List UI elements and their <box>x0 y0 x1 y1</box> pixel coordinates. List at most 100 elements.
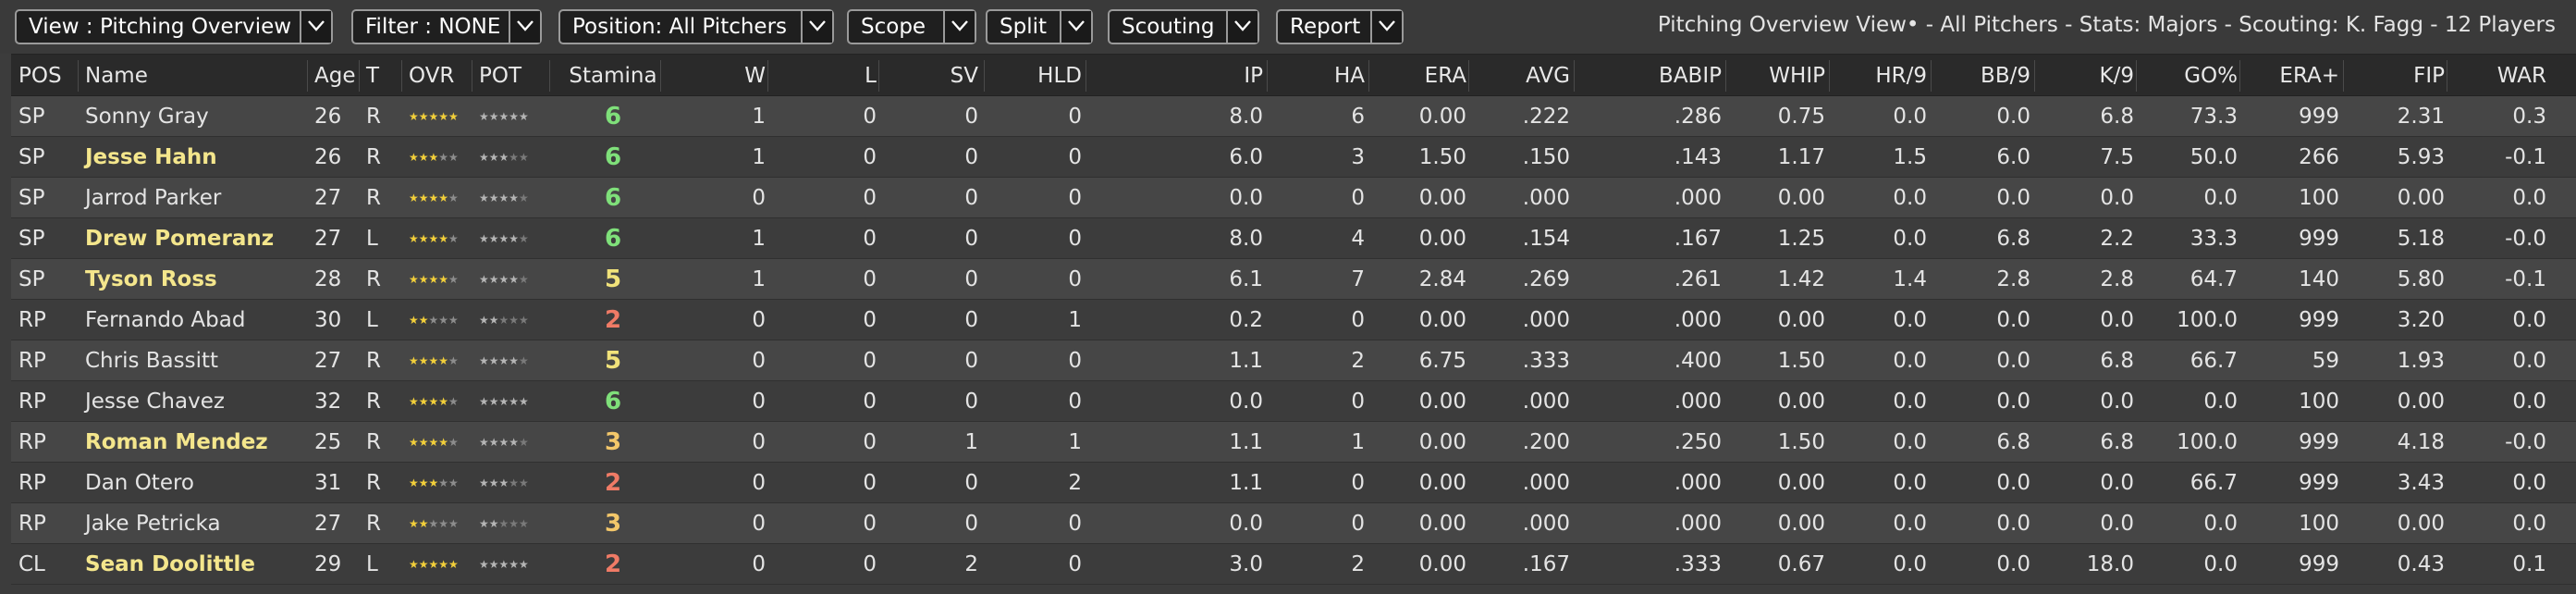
cell-fip: 0.00 <box>2397 186 2445 210</box>
table-row[interactable]: RP Chris Bassitt 27 R ★★★★★ ★★★★★ 5 0 0 0 0 1.1 2 6.7… <box>11 340 2576 381</box>
header-divider[interactable] <box>2239 60 2240 92</box>
scouting-dropdown[interactable]: Scouting <box>1108 9 1259 44</box>
header-era[interactable]: ERA <box>1376 55 1466 97</box>
header-divider[interactable] <box>1368 60 1369 92</box>
player-name-link[interactable]: Fernando Abad <box>85 300 307 340</box>
player-name-link[interactable]: Sonny Gray <box>85 96 307 137</box>
header-divider[interactable] <box>1267 60 1268 92</box>
cell-war: 0.1 <box>2512 552 2546 576</box>
cell-fip: 4.18 <box>2397 430 2445 454</box>
header-bb9[interactable]: BB/9 <box>1938 55 2030 97</box>
cell-l: 0 <box>863 186 877 210</box>
player-name-link[interactable]: Dan Otero <box>85 463 307 503</box>
table-row[interactable]: SP Tyson Ross 28 R ★★★★★ ★★★★★ 5 1 0 0 0 6.1 7 2.84 .2… <box>11 259 2576 300</box>
cell-go: 100.0 <box>2177 308 2238 332</box>
player-name-link[interactable]: Tyson Ross <box>85 259 307 300</box>
cell-ha: 0 <box>1351 186 1365 210</box>
header-divider[interactable] <box>1931 60 1932 92</box>
header-pos[interactable]: POS <box>18 55 74 97</box>
header-divider[interactable] <box>307 60 308 92</box>
header-w[interactable]: W <box>668 55 766 97</box>
player-name-link[interactable]: Sean Doolittle <box>85 544 307 585</box>
header-divider[interactable] <box>78 60 79 92</box>
cell-bb9: 0.0 <box>1996 552 2030 576</box>
cell-bb9: 0.0 <box>1996 512 2030 536</box>
header-pot[interactable]: POT <box>479 55 553 97</box>
header-stamina[interactable]: Stamina <box>557 55 669 97</box>
cell-avg: .000 <box>1522 186 1570 210</box>
player-name-link[interactable]: Jesse Chavez <box>85 381 307 422</box>
cell-t: R <box>366 512 381 536</box>
cell-whip: 0.00 <box>1777 308 1825 332</box>
cell-eraplus: 100 <box>2299 512 2339 536</box>
header-sv[interactable]: SV <box>886 55 978 97</box>
table-row[interactable]: SP Drew Pomeranz 27 L ★★★★★ ★★★★★ 6 1 0 0 0 8.0 4 0.0… <box>11 218 2576 259</box>
header-war[interactable]: WAR <box>2454 55 2546 97</box>
player-name-link[interactable]: Drew Pomeranz <box>85 218 307 259</box>
header-divider[interactable] <box>767 60 768 92</box>
position-dropdown[interactable]: Position: All Pitchers <box>558 9 834 44</box>
header-divider[interactable] <box>660 60 661 92</box>
cell-w: 0 <box>752 308 766 332</box>
header-divider[interactable] <box>878 60 879 92</box>
header-divider[interactable] <box>1725 60 1726 92</box>
header-divider[interactable] <box>2343 60 2344 92</box>
header-divider[interactable] <box>1829 60 1830 92</box>
table-row[interactable]: RP Jesse Chavez 32 R ★★★★★ ★★★★★ 6 0 0 0 0 0.0 0 0.00… <box>11 381 2576 422</box>
cell-avg: .154 <box>1522 227 1570 251</box>
header-l[interactable]: L <box>775 55 877 97</box>
header-avg[interactable]: AVG <box>1476 55 1570 97</box>
cell-k9: 0.0 <box>2100 471 2134 495</box>
split-dropdown[interactable]: Split <box>986 9 1093 44</box>
header-k9[interactable]: K/9 <box>2042 55 2134 97</box>
header-divider[interactable] <box>1574 60 1575 92</box>
cell-war: 0.0 <box>2512 349 2546 373</box>
header-t[interactable]: T <box>366 55 392 97</box>
header-hld[interactable]: HLD <box>991 55 1082 97</box>
table-row[interactable]: RP Fernando Abad 30 L ★★★★★ ★★★★★ 2 0 0 0 1 0.2 0 0.0… <box>11 300 2576 340</box>
header-eraplus[interactable]: ERA+ <box>2247 55 2339 97</box>
header-divider[interactable] <box>401 60 402 92</box>
header-divider[interactable] <box>359 60 360 92</box>
header-ha[interactable]: HA <box>1274 55 1365 97</box>
header-ovr[interactable]: OVR <box>409 55 472 97</box>
header-go[interactable]: GO% <box>2143 55 2238 97</box>
header-ip[interactable]: IP <box>1093 55 1263 97</box>
cell-sv: 0 <box>964 390 978 414</box>
table-row[interactable]: CL Sean Doolittle 29 L ★★★★★ ★★★★★ 2 0 0 2 0 3.0 2 0.… <box>11 544 2576 585</box>
player-name-link[interactable]: Jarrod Parker <box>85 178 307 218</box>
stamina-value: 3 <box>604 510 622 538</box>
header-hr9[interactable]: HR/9 <box>1836 55 1927 97</box>
header-babip[interactable]: BABIP <box>1581 55 1722 97</box>
header-divider[interactable] <box>984 60 985 92</box>
header-divider[interactable] <box>2034 60 2035 92</box>
report-dropdown[interactable]: Report <box>1276 9 1404 44</box>
table-row[interactable]: SP Jesse Hahn 26 R ★★★★★ ★★★★★ 6 1 0 0 0 6.0 3 1.50 .1… <box>11 137 2576 178</box>
header-divider[interactable] <box>2136 60 2137 92</box>
table-row[interactable]: RP Dan Otero 31 R ★★★★★ ★★★★★ 2 0 0 0 2 1.1 0 0.00.00… <box>11 463 2576 503</box>
cell-t: R <box>366 145 381 169</box>
table-row[interactable]: SP Sonny Gray 26 R ★★★★★ ★★★★★ 6 1 0 0 0 8.0 6 0.00 .2… <box>11 96 2576 137</box>
header-whip[interactable]: WHIP <box>1733 55 1825 97</box>
table-row[interactable]: RP Jake Petricka 27 R ★★★★★ ★★★★★ 3 0 0 0 0 0.0 0 0.0… <box>11 503 2576 544</box>
player-name-link[interactable]: Chris Bassitt <box>85 340 307 381</box>
scope-dropdown[interactable]: Scope <box>847 9 976 44</box>
cell-l: 0 <box>863 227 877 251</box>
cell-war: -0.0 <box>2505 227 2546 251</box>
stamina-value: 5 <box>604 266 622 293</box>
cell-go: 0.0 <box>2203 186 2238 210</box>
table-row[interactable]: SP Jarrod Parker 27 R ★★★★★ ★★★★★ 6 0 0 0 0 0.0 0 0.0… <box>11 178 2576 218</box>
table-row[interactable]: RP Roman Mendez 25 R ★★★★★ ★★★★★ 3 0 0 1 1 1.1 1 0.00… <box>11 422 2576 463</box>
player-name-link[interactable]: Roman Mendez <box>85 422 307 463</box>
header-name[interactable]: Name <box>85 55 307 97</box>
player-name-link[interactable]: Jesse Hahn <box>85 137 307 178</box>
player-name-link[interactable]: Jake Petricka <box>85 503 307 544</box>
chevron-down-icon <box>801 11 832 43</box>
header-divider[interactable] <box>1468 60 1469 92</box>
header-divider[interactable] <box>549 60 550 92</box>
header-age[interactable]: Age <box>314 55 361 97</box>
header-fip[interactable]: FIP <box>2350 55 2445 97</box>
view-dropdown[interactable]: View : Pitching Overview <box>15 9 333 44</box>
filter-dropdown[interactable]: Filter : NONE <box>351 9 542 44</box>
chevron-down-icon <box>1060 11 1091 43</box>
